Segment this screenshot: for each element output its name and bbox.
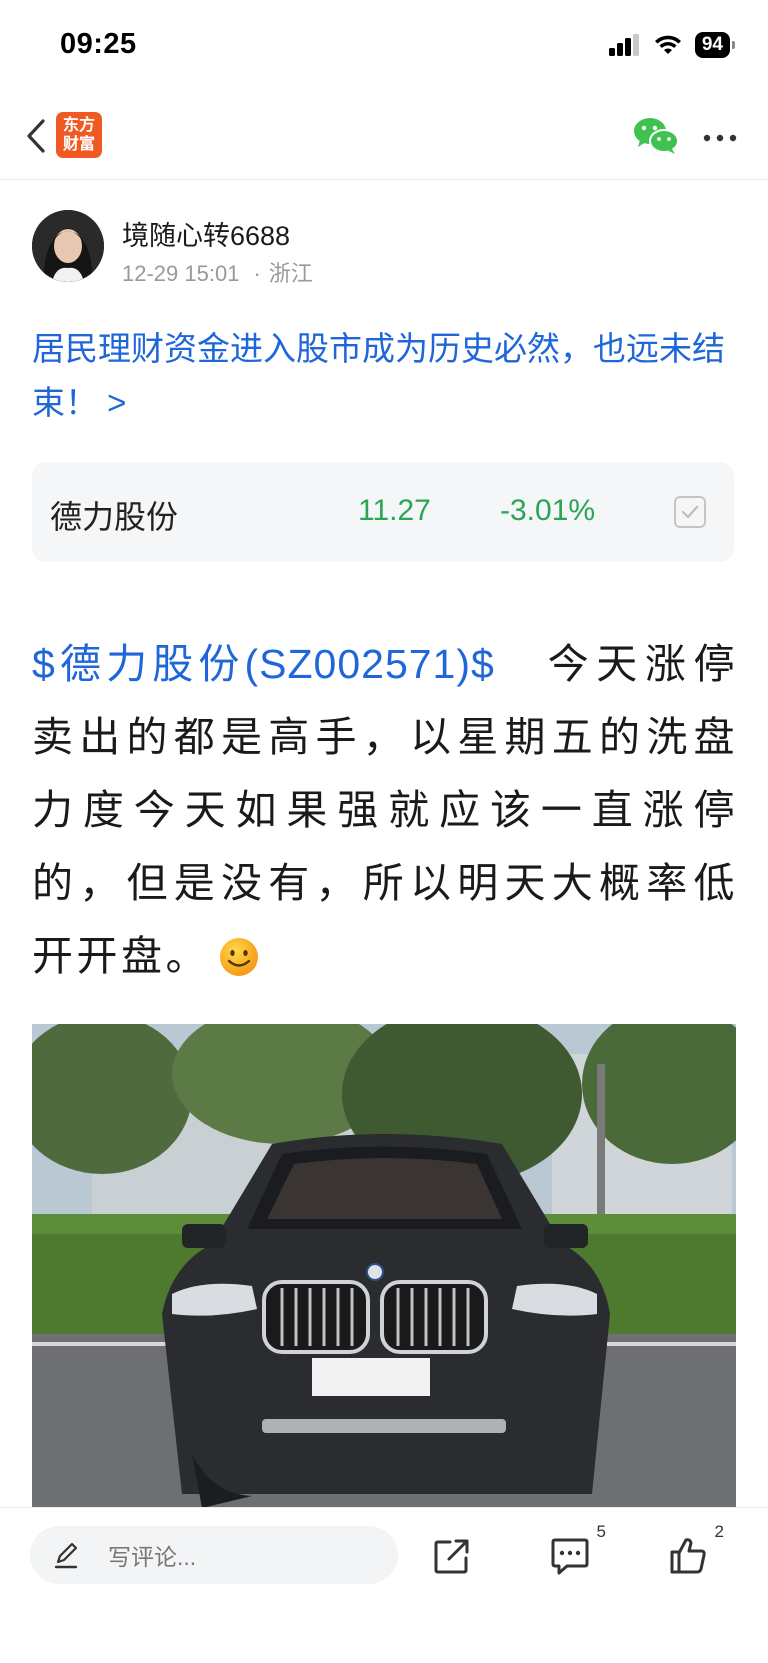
stock-name: 德力股份 [50,499,179,535]
stock-card[interactable]: 德力股份 11.27 -3.01% [32,462,734,562]
car-photo [32,1024,736,1508]
wechat-icon [634,118,679,154]
status-bar: 09:25 94 [0,0,768,96]
checkmark-icon [681,505,699,519]
like-count: 2 [714,1522,724,1541]
post-image[interactable] [32,1024,736,1508]
status-icons: 94 [608,32,736,58]
stock-price: 11.27 [358,494,431,527]
comment-icon [551,1538,589,1575]
stock-tag-link[interactable]: $德力股份(SZ002571)$ [32,641,495,687]
logo-line-1: 东方 [62,117,95,134]
bottom-action-bar: 写评论... 5 2 [0,1507,768,1663]
stock-change: -3.01% [500,494,596,527]
meta-separator: · [253,261,261,286]
share-button[interactable] [424,1528,480,1584]
wifi-icon [654,35,681,54]
wechat-share-button[interactable] [632,116,680,156]
comment-count: 5 [596,1522,606,1541]
comments-button[interactable]: 5 [542,1522,606,1584]
add-watchlist-checkbox[interactable] [674,496,706,528]
chevron-left-icon [27,119,45,153]
comment-placeholder: 写评论... [108,1544,197,1570]
comment-input[interactable]: 写评论... [30,1526,398,1584]
author-name[interactable]: 境随心转6688 [122,214,290,253]
app-logo[interactable]: 东方 财富 [56,112,102,158]
post-meta: 12-29 15:01 · 浙江 [122,256,313,288]
pen-icon [54,1542,78,1569]
post-location: 浙江 [268,261,313,286]
avatar-image [32,210,104,282]
post-date: 12-29 15:01 [122,261,240,286]
cellular-signal-icon [608,34,639,56]
avatar[interactable] [32,210,104,282]
post-body: $德力股份(SZ002571)$ 今天涨停卖出的都是高手，以星期五的洗盘力度今天… [32,628,738,993]
smile-emoji-icon [220,938,258,976]
more-dots-icon [703,134,737,142]
thumbs-up-icon [670,1538,706,1574]
post-body-text: 今天涨停卖出的都是高手，以星期五的洗盘力度今天如果强就应该一直涨停的，但是没有，… [32,641,739,979]
author-info: 境随心转6688 12-29 15:01 · 浙江 [32,210,732,286]
logo-line-2: 财富 [62,136,95,153]
post-title[interactable]: 居民理财资金进入股市成为历史必然，也远未结束！ > [32,322,738,430]
status-time: 09:25 [60,28,137,60]
battery-indicator: 94 [694,32,736,58]
more-options-button[interactable] [700,118,740,158]
back-button[interactable] [14,114,58,158]
like-button[interactable]: 2 [660,1522,724,1584]
share-icon [434,1539,469,1574]
nav-bar: 东方 财富 [0,96,768,180]
